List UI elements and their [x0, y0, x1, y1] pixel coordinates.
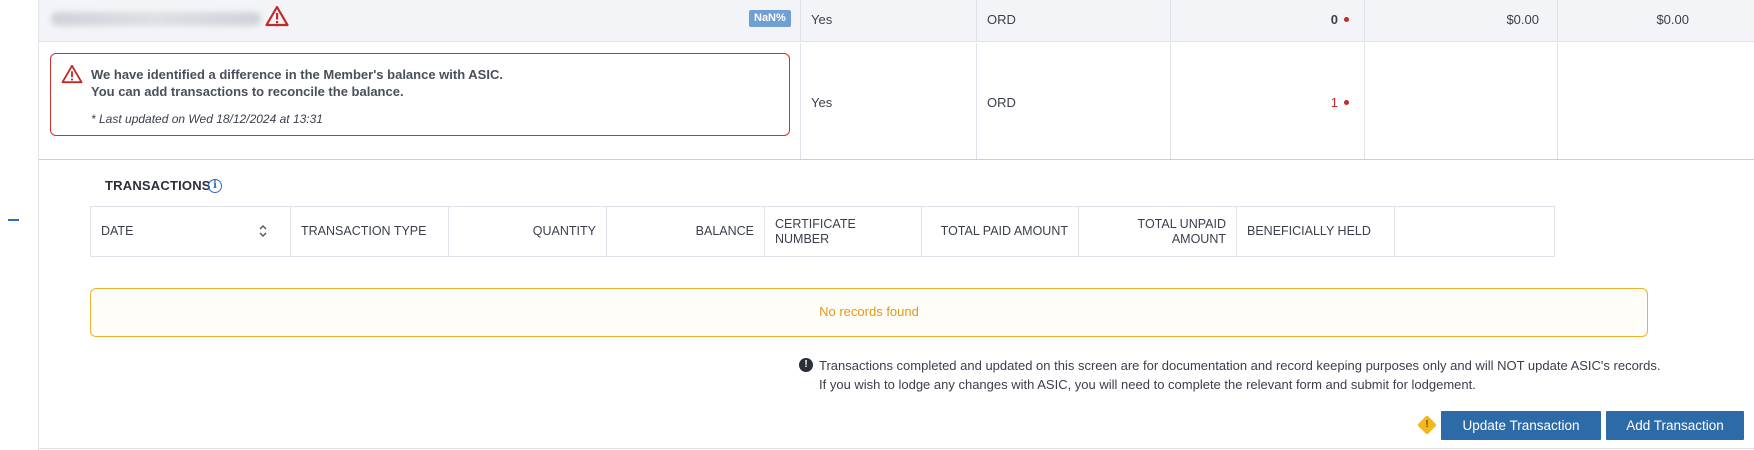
alert-last-updated: * Last updated on Wed 18/12/2024 at 13:3…: [91, 112, 323, 126]
row1-unpaid-amount: $0.00: [1656, 12, 1689, 27]
sort-icon[interactable]: [258, 222, 268, 240]
holding-row-1[interactable]: NaN% Yes ORD 0 $0.00 $0.00: [39, 0, 1754, 42]
balance-difference-alert: We have identified a difference in the M…: [50, 53, 790, 136]
warning-triangle-icon: [265, 5, 289, 27]
alert-message-line2: You can add transactions to reconcile th…: [91, 84, 404, 99]
column-header-transaction-type[interactable]: TRANSACTION TYPE: [291, 207, 449, 256]
row2-quantity: 1: [1179, 95, 1349, 110]
column-header-certificate-number[interactable]: CERTIFICATE NUMBER: [765, 207, 922, 256]
status-dot-icon: [1344, 17, 1349, 22]
column-header-beneficially-held[interactable]: BENEFICIALLY HELD: [1237, 207, 1395, 256]
no-records-message: No records found: [90, 288, 1648, 337]
column-header-total-unpaid-amount[interactable]: TOTAL UNPAID AMOUNT: [1079, 207, 1237, 256]
holding-row-2[interactable]: We have identified a difference in the M…: [39, 43, 1754, 160]
add-transaction-button[interactable]: Add Transaction: [1606, 411, 1744, 440]
update-transaction-button[interactable]: Update Transaction: [1441, 411, 1601, 440]
row2-share-class: ORD: [987, 95, 1016, 110]
redacted-member-name: [51, 12, 261, 26]
notice-line2: If you wish to lodge any changes with AS…: [819, 377, 1476, 392]
column-header-total-paid-amount[interactable]: TOTAL PAID AMOUNT: [922, 207, 1079, 256]
row1-paid-amount: $0.00: [1506, 12, 1539, 27]
warning-triangle-icon: [61, 64, 83, 84]
row1-yes: Yes: [811, 12, 833, 27]
column-header-balance[interactable]: BALANCE: [607, 207, 765, 256]
collapse-dash[interactable]: [8, 219, 19, 221]
alert-message-line1: We have identified a difference in the M…: [91, 67, 503, 82]
column-header-actions: [1395, 207, 1554, 256]
exclamation-circle-icon: !: [799, 358, 813, 372]
row2-yes: Yes: [811, 95, 833, 110]
row1-share-class: ORD: [987, 12, 1016, 27]
status-dot-icon: [1344, 100, 1349, 105]
info-icon[interactable]: i: [208, 179, 222, 193]
warning-diamond-icon: !: [1417, 415, 1437, 435]
transactions-table-header: DATE TRANSACTION TYPE QUANTITY BALANCE C…: [90, 206, 1555, 257]
transactions-title: TRANSACTIONS: [105, 178, 211, 193]
row1-quantity: 0: [1179, 12, 1349, 27]
percentage-badge: NaN%: [749, 10, 791, 27]
bottom-divider: [38, 448, 1754, 449]
column-header-quantity[interactable]: QUANTITY: [449, 207, 607, 256]
notice-line1: Transactions completed and updated on th…: [819, 358, 1661, 373]
column-header-date[interactable]: DATE: [91, 207, 291, 256]
